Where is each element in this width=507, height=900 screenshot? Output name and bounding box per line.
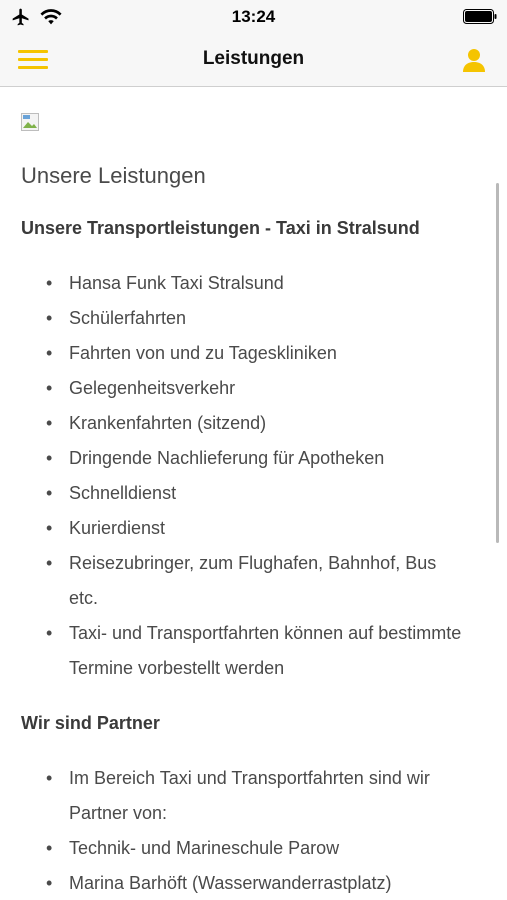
list-item: Fahrten von und zu Tageskliniken (0, 336, 490, 371)
list-item: Im Bereich Taxi und Transportfahrten sin… (0, 761, 490, 831)
list-item: Dringende Nachlieferung für Apotheken (0, 441, 490, 476)
list-item: Hansa Funk Taxi Stralsund (0, 266, 490, 301)
status-bar: 13:24 (0, 0, 507, 34)
list-item: Taxi- und Transportfahrten können auf be… (0, 616, 490, 686)
battery-icon (463, 9, 497, 24)
list-item: Marina Barhöft (Wasserwanderrastplatz) (0, 866, 490, 900)
broken-image-icon (21, 113, 39, 131)
list-item: Gelegenheitsverkehr (0, 371, 490, 406)
scrollbar[interactable] (496, 183, 499, 543)
list-item: Schülerfahrten (0, 301, 490, 336)
list-item: Krankenfahrten (sitzend) (0, 406, 490, 441)
transport-services-list: Hansa Funk Taxi Stralsund Schülerfahrten… (0, 266, 490, 686)
section-heading-partner: Wir sind Partner (21, 713, 160, 733)
section-heading-transport: Unsere Transportleistungen - Taxi in Str… (21, 218, 420, 238)
list-item: Reisezubringer, zum Flughafen, Bahnhof, … (0, 546, 490, 616)
navigation-bar: Leistungen (0, 34, 507, 87)
partner-list: Im Bereich Taxi und Transportfahrten sin… (0, 761, 490, 900)
user-icon[interactable] (461, 47, 487, 73)
list-item: Schnelldienst (0, 476, 490, 511)
page-title: Leistungen (202, 48, 305, 69)
status-time: 13:24 (231, 7, 276, 26)
content-area[interactable]: Unsere Leistungen Unsere Transportleistu… (0, 87, 507, 900)
list-item: Technik- und Marineschule Parow (0, 831, 490, 866)
page-heading: Unsere Leistungen (21, 163, 206, 188)
list-item: Kurierdienst (0, 511, 490, 546)
